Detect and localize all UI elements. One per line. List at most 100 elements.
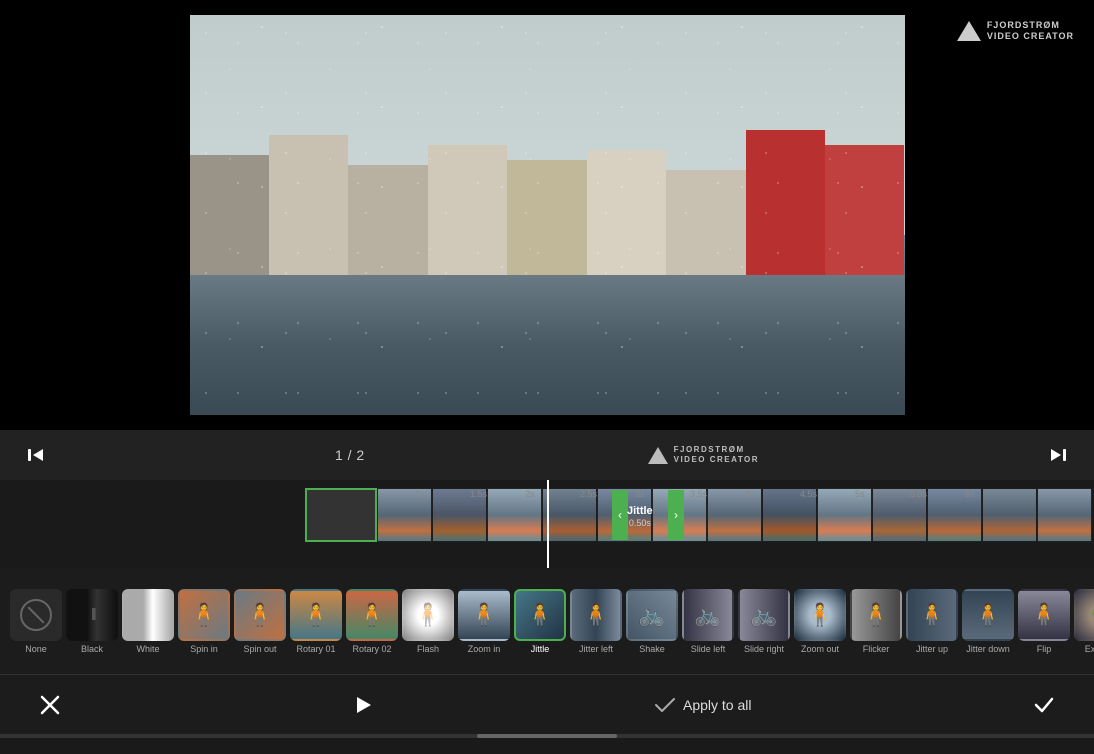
transition-expand[interactable]: 🌳 Expand [1074, 589, 1094, 654]
timeline: ‹ Jittle 0.50s › 0s 0.5s 1s 1.5s 2s 2.5s… [0, 480, 1094, 568]
transition-white[interactable]: White [122, 589, 174, 654]
transition-thumb-flip: 🧍 [1018, 589, 1070, 641]
watermark-brand: FJORDSTRØM VIDEO CREATOR [987, 20, 1074, 42]
person-icon: 🧍 [974, 602, 1001, 628]
transition-slide-left[interactable]: 🚲 Slide left [682, 589, 734, 654]
transition-zoom-in[interactable]: 🧍 Zoom in [458, 589, 510, 654]
transition-thumb-zoom-out: 🧍 [794, 589, 846, 641]
logo-area: FJORDSTRØM VIDEO CREATOR [648, 445, 759, 466]
transitions-list: None ▐ Black White 🧍 Spin in 🧍 [0, 568, 1094, 674]
transition-label-jitter-up: Jitter up [916, 644, 948, 654]
logo-text: FJORDSTRØM VIDEO CREATOR [674, 445, 759, 466]
watermark-triangle-icon [957, 21, 981, 41]
apply-area: Apply to all [655, 697, 751, 713]
transition-label-zoom-in: Zoom in [468, 644, 501, 654]
person-icon: 🧍 [1030, 602, 1057, 628]
transition-jitter-up[interactable]: 🧍 Jitter up [906, 589, 958, 654]
transition-label-flicker: Flicker [863, 644, 890, 654]
ruler-mark: 4s [745, 489, 800, 499]
transition-thumb-black: ▐ [66, 589, 118, 641]
transition-thumb-flash: 🧍 [402, 589, 454, 641]
apply-label[interactable]: Apply to all [683, 697, 751, 713]
person-icon: 🧍 [246, 602, 273, 628]
transition-thumb-jittle: 🧍 [514, 589, 566, 641]
transition-flip[interactable]: 🧍 Flip [1018, 589, 1070, 654]
transition-thumb-expand: 🌳 [1074, 589, 1094, 641]
transition-thumb-flicker: 🧍 [850, 589, 902, 641]
transition-spin-in[interactable]: 🧍 Spin in [178, 589, 230, 654]
transition-thumb-spin-out: 🧍 [234, 589, 286, 641]
selected-clip[interactable]: ‹ Jittle 0.50s › [305, 488, 377, 542]
transition-label-slide-left: Slide left [691, 644, 726, 654]
transition-label-flip: Flip [1037, 644, 1052, 654]
transition-label-rotary-01: Rotary 01 [296, 644, 335, 654]
transition-label-shake: Shake [639, 644, 665, 654]
person-icon: 🧍 [358, 602, 385, 628]
play-button[interactable] [343, 685, 383, 725]
transition-none[interactable]: None [10, 589, 62, 654]
watermark: FJORDSTRØM VIDEO CREATOR [957, 20, 1074, 42]
ruler-mark: 5.5s [910, 489, 965, 499]
transition-label-spin-in: Spin in [190, 644, 218, 654]
transition-jittle[interactable]: 🧍 Jittle [514, 589, 566, 654]
confirm-button[interactable] [1024, 685, 1064, 725]
person-icon: 🧍 [918, 602, 945, 628]
transition-label-jitter-left: Jitter left [579, 644, 613, 654]
none-icon [20, 599, 52, 631]
skip-back-button[interactable] [20, 439, 52, 471]
ruler-mark: 6s [965, 489, 1020, 499]
transition-rotary-01[interactable]: 🧍 Rotary 01 [290, 589, 342, 654]
video-preview [190, 15, 905, 415]
transition-thumb-spin-in: 🧍 [178, 589, 230, 641]
transition-label-none: None [25, 644, 47, 654]
transition-shake[interactable]: 🚲 Shake [626, 589, 678, 654]
person-icon: 🚲 [750, 602, 777, 628]
transition-thumb-none [10, 589, 62, 641]
person-icon: 🧍 [862, 602, 889, 628]
clip-next-button[interactable]: › [668, 490, 684, 540]
transition-thumb-rotary-02: 🧍 [346, 589, 398, 641]
transition-thumb-shake: 🚲 [626, 589, 678, 641]
transition-jitter-left[interactable]: 🧍 Jitter left [570, 589, 622, 654]
transition-label-flash: Flash [417, 644, 439, 654]
apply-check-icon [655, 698, 675, 712]
transition-thumb-white [122, 589, 174, 641]
transition-thumb-rotary-01: 🧍 [290, 589, 342, 641]
transition-thumb-jitter-left: 🧍 [570, 589, 622, 641]
transition-label-rotary-02: Rotary 02 [352, 644, 391, 654]
transition-flicker[interactable]: 🧍 Flicker [850, 589, 902, 654]
person-icon: 🧍 [582, 602, 609, 628]
ruler-mark: 4.5s [800, 489, 855, 499]
cancel-button[interactable] [30, 685, 70, 725]
transition-flash[interactable]: 🧍 Flash [402, 589, 454, 654]
person-icon: 🧍 [806, 602, 833, 628]
transition-label-zoom-out: Zoom out [801, 644, 839, 654]
transition-thumb-jitter-down: 🧍 [962, 589, 1014, 641]
transition-zoom-out[interactable]: 🧍 Zoom out [794, 589, 846, 654]
transition-black[interactable]: ▐ Black [66, 589, 118, 654]
ruler-mark: 2s [525, 489, 580, 499]
transition-thumb-jitter-up: 🧍 [906, 589, 958, 641]
transition-label-black: Black [81, 644, 103, 654]
transition-jitter-down[interactable]: 🧍 Jitter down [962, 589, 1014, 654]
transition-spin-out[interactable]: 🧍 Spin out [234, 589, 286, 654]
transition-label-expand: Expand [1085, 644, 1094, 654]
transition-rotary-02[interactable]: 🧍 Rotary 02 [346, 589, 398, 654]
playhead[interactable] [547, 480, 549, 568]
ruler-mark: 1.5s [470, 489, 525, 499]
person-icon: 🧍 [470, 602, 497, 628]
skip-forward-button[interactable] [1042, 439, 1074, 471]
logo-triangle-icon [648, 447, 668, 464]
person-icon: 🧍 [302, 602, 329, 628]
ruler-mark: 3.5s [690, 489, 745, 499]
transport-bar: 1 / 2 FJORDSTRØM VIDEO CREATOR [0, 430, 1094, 480]
video-preview-area: FJORDSTRØM VIDEO CREATOR [0, 0, 1094, 430]
ruler-mark: 1s [415, 489, 470, 499]
transition-slide-right[interactable]: 🚲 Slide right [738, 589, 790, 654]
transition-label-white: White [136, 644, 159, 654]
person-icon: 🚲 [694, 602, 721, 628]
timecode-display: 1 / 2 [335, 447, 365, 463]
clip-prev-button[interactable]: ‹ [612, 490, 628, 540]
transition-label-spin-out: Spin out [243, 644, 276, 654]
transitions-panel: None ▐ Black White 🧍 Spin in 🧍 [0, 568, 1094, 674]
